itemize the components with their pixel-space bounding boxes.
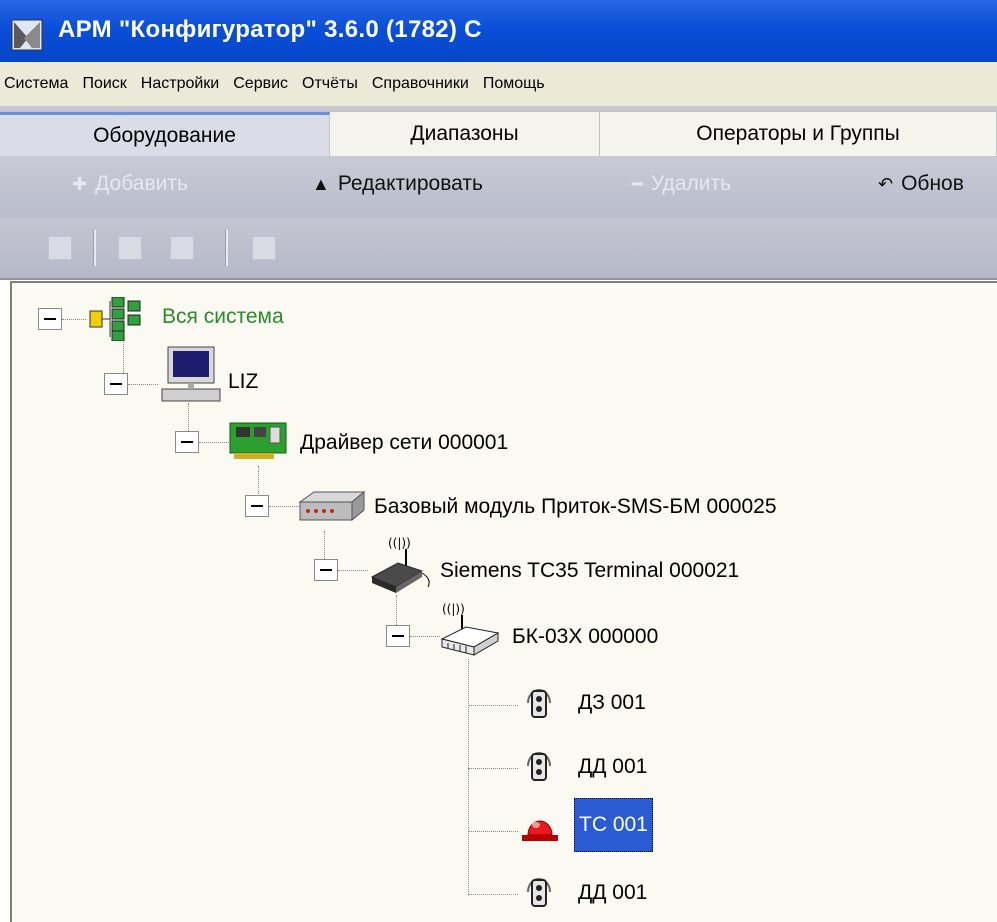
tree-connector [410,636,440,637]
tree-connector [468,894,518,895]
minus-icon: ━ [632,173,643,194]
tree-node-sensor-dd[interactable]: ДД 001 [578,755,647,779]
tree-connector [468,705,518,706]
icon-toolbar [0,218,997,280]
svg-text:((|)): ((|)) [442,602,465,616]
gsm-terminal-icon: ((|)) [370,536,430,593]
tree-connector [468,768,518,769]
tree-node-root[interactable]: Вся система [162,305,284,329]
tree-node-terminal[interactable]: Siemens TC35 Terminal 000021 [440,559,739,583]
tree-connector [199,442,229,443]
radio-module-icon: ((|)) [440,602,500,656]
menu-bar: Система Поиск Настройки Сервис Отчёты Сп… [0,62,997,107]
tab-equipment[interactable]: Оборудование [0,112,330,156]
module-box-icon [298,490,366,522]
tree-connector [128,384,158,385]
tree-connector [269,506,299,507]
network-tree-icon [89,297,141,341]
window-title: АРМ "Конфигуратор" 3.6.0 (1782) С [58,16,482,43]
edit-button[interactable]: ▲ Редактировать [312,172,483,196]
add-button-label: Добавить [95,172,188,195]
expand-icon[interactable] [118,236,142,260]
collapse-toggle[interactable] [38,308,62,330]
menu-item-settings[interactable]: Настройки [134,75,226,93]
refresh-button-label: Обнов [901,172,964,195]
save-icon[interactable] [48,236,72,260]
sensor-icon [527,878,551,907]
tree-node-computer[interactable]: LIZ [228,370,258,394]
toolbar-separator [93,230,96,266]
tab-bar: Оборудование Диапазоны Операторы и Групп… [0,106,997,157]
tree-node-alarm-selected[interactable]: ТС 001 [574,798,653,852]
tab-operators-groups[interactable]: Операторы и Группы [600,112,997,156]
tree-node-sensor-dz[interactable]: ДЗ 001 [578,691,646,715]
sensor-icon [527,689,551,718]
tree-connector [62,319,86,320]
network-card-icon [229,422,287,459]
tree-connector [468,831,518,832]
menu-item-help[interactable]: Помощь [476,75,552,93]
tree-connector [468,659,469,894]
undo-icon: ↶ [878,173,894,194]
collapse-toggle[interactable] [386,625,410,647]
alarm-lamp-icon [522,820,558,841]
collapse-icon[interactable] [170,236,194,260]
plus-icon: ✚ [72,173,88,194]
equipment-tree[interactable]: Вся система LIZ Драйвер сети 000001 Базо… [10,281,997,922]
menu-item-references[interactable]: Справочники [365,75,476,93]
menu-item-search[interactable]: Поиск [75,75,133,93]
computer-icon [161,346,221,402]
tab-ranges[interactable]: Диапазоны [330,112,600,156]
tree-node-driver[interactable]: Драйвер сети 000001 [300,431,508,455]
properties-icon[interactable] [252,236,276,260]
menu-item-service[interactable]: Сервис [226,75,295,93]
add-button[interactable]: ✚ Добавить [72,172,188,196]
svg-text:((|)): ((|)) [388,536,411,550]
app-icon [11,19,43,51]
edit-button-label: Редактировать [337,172,483,195]
menu-item-reports[interactable]: Отчёты [295,75,365,93]
collapse-toggle[interactable] [175,431,199,453]
refresh-button[interactable]: ↶ Обнов [878,172,964,196]
toolbar-separator [225,230,228,266]
delete-button-label: Удалить [650,172,732,195]
tree-node-base-module[interactable]: Базовый модуль Приток-SMS-БМ 000025 [374,495,777,519]
delete-button[interactable]: ━ Удалить [632,172,731,196]
title-bar: АРМ "Конфигуратор" 3.6.0 (1782) С [0,0,997,62]
collapse-toggle[interactable] [314,559,338,581]
menu-item-system[interactable]: Система [0,75,75,93]
tree-node-sensor-dd-2[interactable]: ДД 001 [578,881,647,905]
tree-connector [338,570,368,571]
tree-node-bk[interactable]: БК-03Х 000000 [512,625,658,649]
collapse-toggle[interactable] [104,373,128,395]
sensor-icon [527,752,551,781]
action-toolbar: ✚ Добавить ▲ Редактировать ━ Удалить ↶ О… [0,156,997,218]
triangle-up-icon: ▲ [312,173,330,194]
collapse-toggle[interactable] [245,495,269,517]
